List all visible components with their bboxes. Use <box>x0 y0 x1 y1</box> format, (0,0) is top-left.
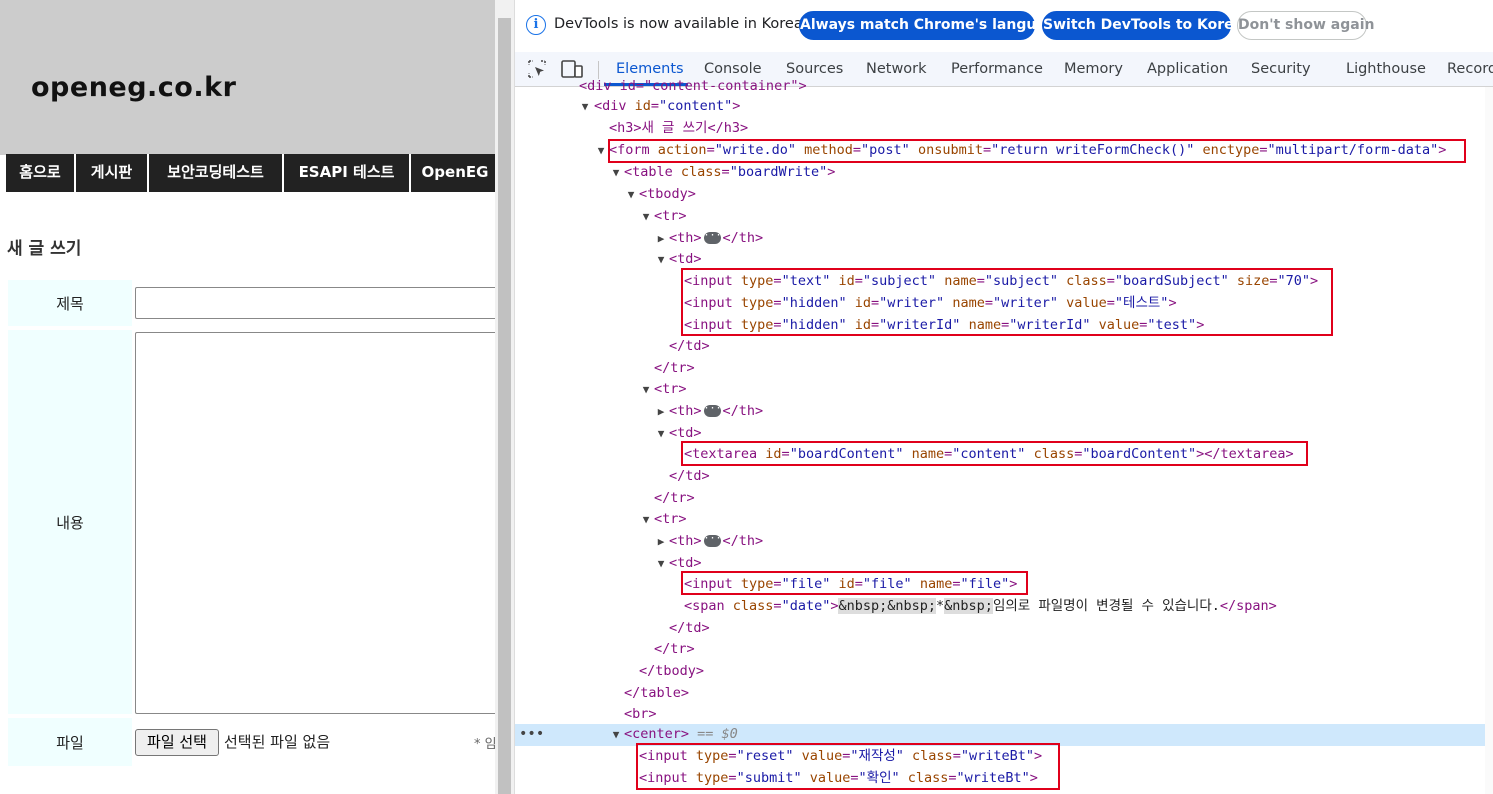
expand-arrow-icon[interactable]: ▼ <box>640 513 652 526</box>
dom-node-center[interactable]: <center> == $0 <box>624 724 738 745</box>
site-header: openeg.co.kr <box>0 0 495 155</box>
expand-arrow-icon[interactable]: ▼ <box>640 210 652 223</box>
dom-node[interactable]: <td> <box>669 249 702 270</box>
dom-node[interactable]: <tr> <box>654 379 687 400</box>
dom-node[interactable]: <th> ···</th> <box>669 531 763 552</box>
dont-show-again-button[interactable]: Don't show again <box>1237 11 1374 40</box>
devtools-panel: i DevTools is now available in Korean! A… <box>514 0 1493 794</box>
ellipsis-icon[interactable]: ··· <box>703 231 722 244</box>
tab-recorder[interactable]: Record <box>1447 52 1493 86</box>
dom-node[interactable]: </tr> <box>654 488 695 509</box>
ellipsis-icon[interactable]: ··· <box>703 404 722 417</box>
node-actions-icon[interactable]: ••• <box>519 724 544 744</box>
dom-tree-scrollbar[interactable] <box>1485 87 1493 794</box>
nav-item-home[interactable]: 홈으로 <box>6 154 76 192</box>
tab-security[interactable]: Security <box>1251 52 1311 86</box>
expand-arrow-icon[interactable]: ▼ <box>655 253 667 266</box>
nav-item-board[interactable]: 게시판 <box>76 154 149 192</box>
file-select-button[interactable]: 파일 선택 <box>135 729 219 756</box>
tab-network[interactable]: Network <box>866 52 927 86</box>
content-textarea[interactable] <box>135 332 495 714</box>
expand-arrow-icon[interactable]: ▼ <box>610 166 622 179</box>
dom-node[interactable]: </td> <box>669 466 710 487</box>
subject-label: 제목 <box>8 280 132 326</box>
expand-arrow-icon[interactable]: ▼ <box>610 728 622 741</box>
ellipsis-icon[interactable]: ··· <box>703 534 722 547</box>
dom-node[interactable]: <tr> <box>654 509 687 530</box>
tab-memory[interactable]: Memory <box>1064 52 1123 86</box>
nav-item-openeg[interactable]: OpenEG <box>411 154 495 192</box>
dom-node[interactable]: <h3>새 글 쓰기</h3> <box>609 118 748 139</box>
dom-node[interactable]: <tr> <box>654 206 687 227</box>
site-title: openeg.co.kr <box>31 72 237 103</box>
highlight-box-inputs <box>681 268 1333 336</box>
expand-arrow-icon[interactable]: ▼ <box>595 144 607 157</box>
dom-node[interactable]: </td> <box>669 618 710 639</box>
highlight-box-form <box>608 139 1466 163</box>
highlight-box-textarea <box>681 441 1308 466</box>
infobar-text: DevTools is now available in Korean! <box>554 16 818 32</box>
site-nav: 홈으로 게시판 보안코딩테스트 ESAPI 테스트 OpenEG <box>6 154 495 192</box>
dom-node[interactable]: <br> <box>624 704 657 725</box>
highlight-box-file <box>681 571 1028 595</box>
dom-node[interactable]: <div id="content-container"> <box>579 76 807 97</box>
date-note: * 임 <box>474 737 495 752</box>
expand-arrow-icon[interactable]: ▼ <box>655 557 667 570</box>
collapse-arrow-icon[interactable]: ▶ <box>655 535 667 548</box>
switch-korean-button[interactable]: Switch DevTools to Korean <box>1042 11 1253 40</box>
dom-node[interactable]: <table class="boardWrite"> <box>624 162 835 183</box>
info-icon: i <box>526 15 546 35</box>
tab-lighthouse[interactable]: Lighthouse <box>1346 52 1426 86</box>
highlight-box-buttons <box>636 743 1060 790</box>
subject-input[interactable] <box>135 287 495 319</box>
dom-node[interactable]: </tbody> <box>639 661 704 682</box>
dom-node[interactable]: <th> ···</th> <box>669 401 763 422</box>
expand-arrow-icon[interactable]: ▼ <box>655 427 667 440</box>
collapse-arrow-icon[interactable]: ▶ <box>655 232 667 245</box>
dom-node[interactable]: </tr> <box>654 358 695 379</box>
dom-node[interactable]: </tr> <box>654 639 695 660</box>
expand-arrow-icon[interactable]: ▼ <box>640 383 652 396</box>
expand-arrow-icon[interactable]: ▼ <box>625 188 637 201</box>
inspect-element-icon[interactable] <box>528 60 546 78</box>
file-label: 파일 <box>8 718 132 766</box>
tab-performance[interactable]: Performance <box>951 52 1043 86</box>
dom-node[interactable]: <tbody> <box>639 184 696 205</box>
dom-node[interactable]: <th> ···</th> <box>669 228 763 249</box>
page-scroll-thumb[interactable] <box>498 18 511 794</box>
content-label: 내용 <box>8 330 132 714</box>
dom-node[interactable]: </table> <box>624 683 689 704</box>
match-language-button[interactable]: Always match Chrome's language <box>799 11 1065 40</box>
collapse-arrow-icon[interactable]: ▶ <box>655 405 667 418</box>
dom-node-span-date[interactable]: <span class="date">&nbsp;&nbsp;*&nbsp;임의… <box>684 596 1277 617</box>
nav-item-esapi[interactable]: ESAPI 테스트 <box>284 154 411 192</box>
no-file-text: 선택된 파일 없음 <box>224 733 331 751</box>
web-page: openeg.co.kr 홈으로 게시판 보안코딩테스트 ESAPI 테스트 O… <box>0 0 495 794</box>
dom-node[interactable]: <div id="content"> <box>594 96 740 117</box>
nav-item-secure-coding[interactable]: 보안코딩테스트 <box>149 154 284 192</box>
language-infobar: i DevTools is now available in Korean! A… <box>515 0 1493 52</box>
tab-application[interactable]: Application <box>1147 52 1228 86</box>
dom-tree: ••• <div id="content-container"> ▼ <div … <box>515 78 1493 794</box>
dom-node[interactable]: </td> <box>669 336 710 357</box>
page-heading: 새 글 쓰기 <box>7 239 82 259</box>
expand-arrow-icon[interactable]: ▼ <box>579 100 591 113</box>
